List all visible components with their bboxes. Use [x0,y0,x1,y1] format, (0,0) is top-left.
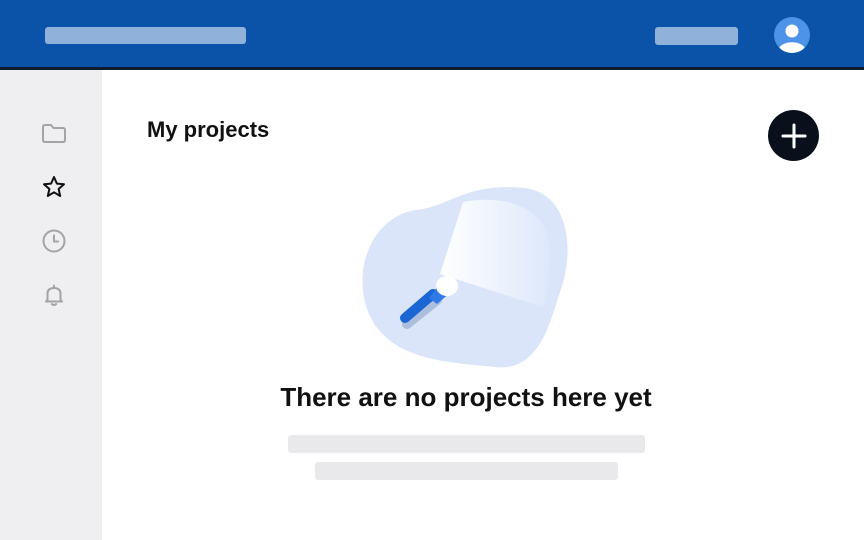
header-menu-placeholder[interactable] [655,27,738,45]
add-project-button[interactable] [768,110,819,161]
sidebar-item-folders[interactable] [38,117,70,149]
user-avatar-icon [779,24,805,53]
user-avatar-button[interactable] [774,17,810,53]
empty-state-text-placeholder-2 [315,462,618,480]
sidebar-item-recent[interactable] [38,225,70,257]
app-title-placeholder [45,27,246,44]
bell-icon [45,284,63,306]
folder-icon [42,124,66,143]
sidebar-item-starred[interactable] [38,171,70,203]
empty-state-heading: There are no projects here yet [280,382,652,412]
sidebar [0,70,102,540]
empty-state-illustration [362,187,568,368]
plus-icon [781,123,806,148]
top-bar [0,0,864,70]
page-title: My projects [147,117,270,142]
sidebar-item-notifications[interactable] [38,279,70,311]
app-window: My projects There are no projects here y… [0,0,864,540]
star-icon [43,176,65,197]
empty-state-text-placeholder-1 [288,435,645,453]
clock-icon [42,229,66,253]
